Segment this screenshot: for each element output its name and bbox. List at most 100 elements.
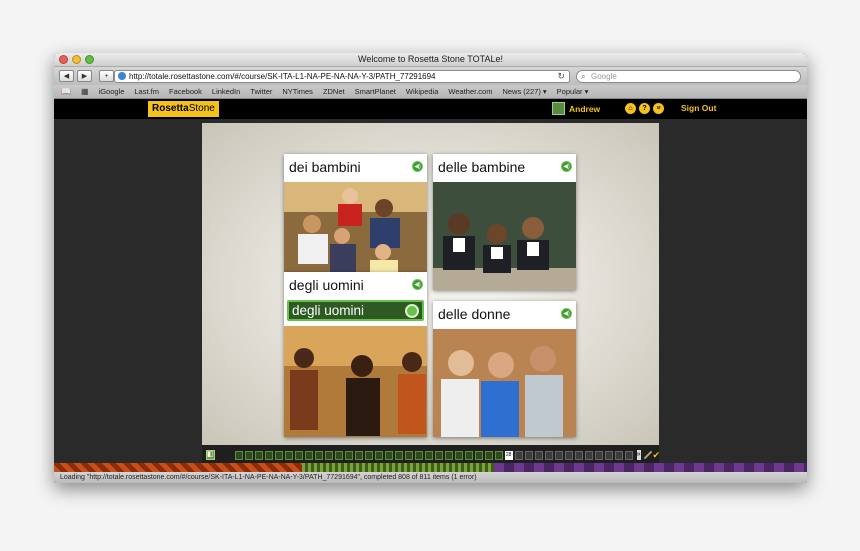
open-book-icon[interactable]: 📖 bbox=[61, 87, 71, 96]
progress-cell[interactable] bbox=[444, 450, 453, 460]
progress-cell[interactable] bbox=[384, 450, 393, 460]
search-input[interactable]: ⌕ Google bbox=[576, 70, 801, 83]
progress-cell[interactable] bbox=[294, 450, 303, 460]
back-to-list-icon[interactable]: ◧ bbox=[206, 450, 215, 460]
progress-cell[interactable] bbox=[394, 450, 403, 460]
progress-cell[interactable] bbox=[604, 450, 613, 460]
bookmark-wikipedia[interactable]: Wikipedia bbox=[406, 87, 439, 96]
logo-bold-text: Rosetta bbox=[152, 103, 189, 114]
bookmark-nytimes[interactable]: NYTimes bbox=[282, 87, 313, 96]
progress-cell[interactable] bbox=[544, 450, 553, 460]
progress-cell[interactable] bbox=[434, 450, 443, 460]
check-answer-icon[interactable]: ✔ bbox=[653, 450, 661, 461]
progress-cell-current[interactable]: 28 bbox=[504, 450, 513, 460]
progress-cell[interactable] bbox=[254, 450, 263, 460]
search-icon: ⌕ bbox=[581, 72, 586, 81]
progress-cell[interactable] bbox=[534, 450, 543, 460]
card-label: delle bambine bbox=[438, 159, 526, 175]
next-screen-icon[interactable]: » bbox=[636, 450, 641, 460]
progress-cell[interactable] bbox=[344, 450, 353, 460]
bookmark-igoogle[interactable]: iGoogle bbox=[99, 87, 125, 96]
bookmark-linkedin[interactable]: LinkedIn bbox=[212, 87, 240, 96]
correct-check-icon bbox=[405, 304, 419, 318]
choice-card-1[interactable]: dei bambini ◀) bbox=[284, 154, 427, 272]
progress-cell[interactable] bbox=[314, 450, 323, 460]
progress-cell[interactable] bbox=[324, 450, 333, 460]
bookmark-weather[interactable]: Weather.com bbox=[448, 87, 492, 96]
progress-cell[interactable] bbox=[284, 450, 293, 460]
bookmark-popular[interactable]: Popular ▾ bbox=[557, 87, 589, 96]
men-photo bbox=[284, 326, 427, 437]
user-name: Andrew bbox=[569, 103, 601, 114]
speaker-icon[interactable]: ◀) bbox=[561, 308, 572, 319]
speaker-icon[interactable]: ◀) bbox=[412, 161, 423, 172]
avatar bbox=[552, 102, 565, 115]
bookmarks-bar: 📖 ▦ iGoogle Last.fm Facebook LinkedIn Tw… bbox=[54, 85, 807, 99]
choice-card-2[interactable]: delle bambine ◀) bbox=[433, 154, 576, 290]
bookmark-news[interactable]: News (227) ▾ bbox=[502, 87, 546, 96]
progress-cell[interactable] bbox=[584, 450, 593, 460]
selected-answer: degli uomini bbox=[287, 300, 424, 321]
rosetta-header: RosettaStone Andrew ⌂ ? ≡ Sign Out bbox=[54, 99, 807, 119]
plus-icon[interactable]: + bbox=[99, 70, 114, 82]
card-label: delle donne bbox=[438, 306, 511, 322]
window-title: Welcome to Rosetta Stone TOTALe! bbox=[358, 54, 503, 64]
url-text: http://totale.rosettastone.com/#/course/… bbox=[129, 72, 436, 81]
progress-cell[interactable] bbox=[264, 450, 273, 460]
women-photo bbox=[433, 329, 576, 437]
progress-cell[interactable] bbox=[244, 450, 253, 460]
bookmark-facebook[interactable]: Facebook bbox=[169, 87, 202, 96]
reload-icon[interactable]: ↻ bbox=[557, 71, 565, 82]
help-icon[interactable]: ? bbox=[639, 103, 650, 114]
progress-cell[interactable] bbox=[304, 450, 313, 460]
progress-cell[interactable] bbox=[274, 450, 283, 460]
progress-cell[interactable] bbox=[514, 450, 523, 460]
progress-cell[interactable] bbox=[594, 450, 603, 460]
progress-cell[interactable] bbox=[524, 450, 533, 460]
globe-icon bbox=[118, 72, 126, 80]
progress-cells: 28 bbox=[234, 450, 633, 460]
progress-cell[interactable] bbox=[494, 450, 503, 460]
progress-cell[interactable] bbox=[334, 450, 343, 460]
user-menu[interactable]: Andrew bbox=[552, 102, 600, 115]
progress-cell[interactable] bbox=[574, 450, 583, 460]
forward-arrow-icon[interactable]: ▶ bbox=[77, 70, 92, 82]
progress-cell[interactable] bbox=[404, 450, 413, 460]
progress-cell[interactable] bbox=[474, 450, 483, 460]
hint-icon[interactable] bbox=[643, 450, 652, 460]
progress-cell[interactable] bbox=[424, 450, 433, 460]
progress-cell[interactable] bbox=[454, 450, 463, 460]
progress-cell[interactable] bbox=[364, 450, 373, 460]
progress-cell[interactable] bbox=[374, 450, 383, 460]
progress-cell[interactable] bbox=[464, 450, 473, 460]
progress-cell[interactable] bbox=[484, 450, 493, 460]
rosetta-stone-logo[interactable]: RosettaStone bbox=[148, 101, 219, 117]
lesson-stage: dei bambini ◀) delle bambine ◀) degli uo… bbox=[202, 123, 659, 446]
bookmark-lastfm[interactable]: Last.fm bbox=[134, 87, 159, 96]
search-placeholder: Google bbox=[591, 72, 617, 81]
sign-out-link[interactable]: Sign Out bbox=[681, 103, 716, 113]
progress-cell[interactable] bbox=[554, 450, 563, 460]
choice-card-3[interactable]: degli uomini ◀) degli uomini bbox=[284, 272, 427, 437]
address-bar[interactable]: http://totale.rosettastone.com/#/course/… bbox=[114, 70, 570, 83]
card-label: dei bambini bbox=[289, 159, 361, 175]
speaker-icon[interactable]: ◀) bbox=[561, 161, 572, 172]
browser-window: Welcome to Rosetta Stone TOTALe! ◀ ▶ + h… bbox=[54, 53, 807, 483]
children-photo bbox=[284, 182, 427, 272]
bookmark-zdnet[interactable]: ZDNet bbox=[323, 87, 345, 96]
progress-cell[interactable] bbox=[234, 450, 243, 460]
back-arrow-icon[interactable]: ◀ bbox=[59, 70, 74, 82]
progress-cell[interactable] bbox=[414, 450, 423, 460]
progress-cell[interactable] bbox=[624, 450, 633, 460]
bookmark-twitter[interactable]: Twitter bbox=[250, 87, 272, 96]
progress-cell[interactable] bbox=[564, 450, 573, 460]
choice-card-4[interactable]: delle donne ◀) bbox=[433, 301, 576, 437]
grid-icon[interactable]: ▦ bbox=[81, 87, 89, 96]
speaker-icon[interactable]: ◀) bbox=[412, 279, 423, 290]
menu-icon[interactable]: ≡ bbox=[653, 103, 664, 114]
progress-cell[interactable] bbox=[354, 450, 363, 460]
home-icon[interactable]: ⌂ bbox=[625, 103, 636, 114]
logo-light-text: Stone bbox=[188, 103, 215, 114]
bookmark-smartplanet[interactable]: SmartPlanet bbox=[355, 87, 396, 96]
progress-cell[interactable] bbox=[614, 450, 623, 460]
